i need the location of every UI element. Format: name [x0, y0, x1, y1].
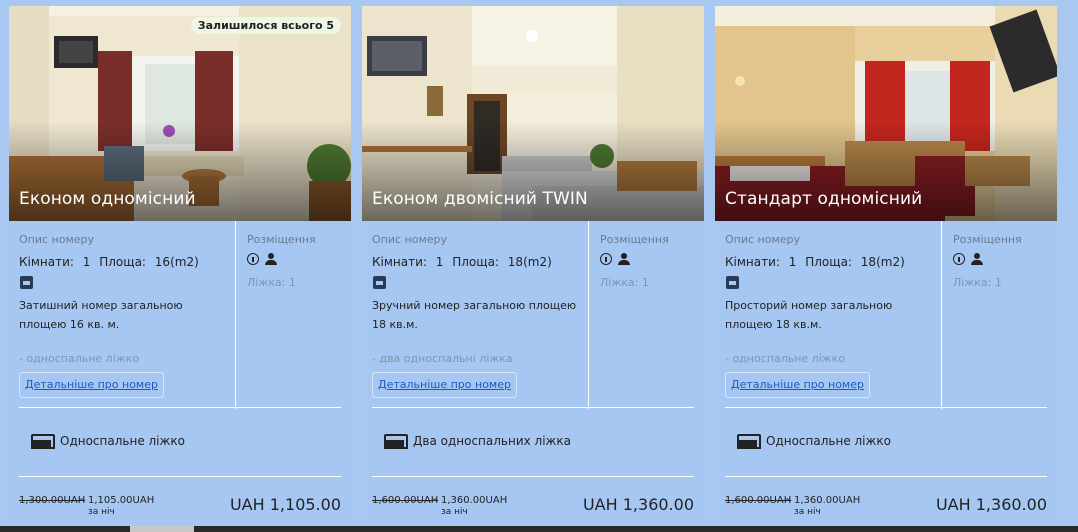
new-price: 1,105.00UAH: [88, 495, 155, 506]
total-price: UAH 1,360.00: [935, 495, 1047, 514]
room-details-link[interactable]: Детальніше про номер: [725, 372, 870, 398]
divider: [372, 407, 694, 408]
accommodation-column: Розміщення Ліжка: 1: [941, 221, 1057, 409]
room-description: Затишний номер загальною площею 16 кв. м…: [19, 299, 183, 331]
room-details-link[interactable]: Детальніше про номер: [19, 372, 164, 398]
room-title[interactable]: Економ одномісний: [19, 189, 196, 209]
total-price: UAH 1,360.00: [582, 495, 694, 514]
bed-type-option[interactable]: Односпальне ліжко: [31, 434, 185, 449]
room-details-link[interactable]: Детальніше про номер: [372, 372, 517, 398]
room-size-icon: [20, 276, 33, 289]
description-label: Опис номеру: [19, 233, 95, 246]
accommodation-label: Розміщення: [600, 233, 669, 246]
room-info: Опис номеру Кімнати: 1 Площа: 18(m2) Про…: [715, 221, 1057, 409]
room-photo[interactable]: Залишилося всього 5 Економ одномісний: [9, 6, 351, 221]
room-description: Просторий номер загальною площею 18 кв.м…: [725, 299, 893, 331]
bed-type-option[interactable]: Односпальне ліжко: [737, 434, 891, 449]
room-title[interactable]: Економ двомісний TWIN: [372, 189, 588, 209]
room-card-econom-twin: Економ двомісний TWIN Опис номеру Кімнат…: [362, 6, 704, 525]
area-value: 18(m2): [507, 255, 552, 269]
accommodation-icons: [247, 253, 277, 265]
info-icon[interactable]: [247, 253, 259, 265]
info-icon[interactable]: [600, 253, 612, 265]
old-price: 1,300.00UAH: [19, 495, 86, 506]
divider: [725, 476, 1047, 477]
rooms-label: Кімнати:: [372, 255, 427, 269]
room-photo[interactable]: Стандарт одномісний: [715, 6, 1057, 221]
beds-count: Ліжка: 1: [247, 276, 296, 289]
bed-icon: [31, 434, 55, 449]
room-description-column: Опис номеру Кімнати: 1 Площа: 18(m2) Про…: [725, 221, 940, 409]
accommodation-label: Розміщення: [953, 233, 1022, 246]
area-value: 16(m2): [154, 255, 199, 269]
room-size-icon: [373, 276, 386, 289]
room-description-column: Опис номеру Кімнати: 1 Площа: 16(m2) Зат…: [19, 221, 234, 409]
rooms-label: Кімнати:: [19, 255, 74, 269]
room-specs: Кімнати: 1 Площа: 18(m2): [372, 255, 557, 269]
divider: [19, 407, 341, 408]
beds-note: - односпальне ліжко: [725, 352, 846, 365]
person-icon: [618, 253, 630, 265]
total-price: UAH 1,105.00: [229, 495, 341, 514]
room-description-column: Опис номеру Кімнати: 1 Площа: 18(m2) Зру…: [372, 221, 587, 409]
room-card-standard-single: Стандарт одномісний Опис номеру Кімнати:…: [715, 6, 1057, 525]
accommodation-column: Розміщення Ліжка: 1: [235, 221, 351, 409]
bottom-taskbar-strip: [0, 526, 1078, 532]
description-label: Опис номеру: [725, 233, 801, 246]
divider: [19, 476, 341, 477]
new-price: 1,360.00UAH: [441, 495, 508, 506]
bed-type-label: Два односпальних ліжка: [413, 434, 571, 448]
divider: [725, 407, 1047, 408]
room-info: Опис номеру Кімнати: 1 Площа: 18(m2) Зру…: [362, 221, 704, 409]
bed-type-label: Односпальне ліжко: [60, 434, 185, 448]
new-price: 1,360.00UAH: [794, 495, 861, 506]
accommodation-icons: [600, 253, 630, 265]
area-value: 18(m2): [860, 255, 905, 269]
old-price: 1,600.00UAH: [372, 495, 439, 506]
accommodation-column: Розміщення Ліжка: 1: [588, 221, 704, 409]
room-card-econom-single: Залишилося всього 5 Економ одномісний Оп…: [9, 6, 351, 525]
rooms-value: 1: [435, 255, 444, 269]
room-photo[interactable]: Економ двомісний TWIN: [362, 6, 704, 221]
room-size-icon: [726, 276, 739, 289]
old-price: 1,600.00UAH: [725, 495, 792, 506]
beds-count: Ліжка: 1: [600, 276, 649, 289]
per-night-label: за ніч: [88, 507, 115, 517]
availability-badge: Залишилося всього 5: [190, 17, 341, 34]
area-label: Площа:: [805, 255, 852, 269]
accommodation-label: Розміщення: [247, 233, 316, 246]
beds-count: Ліжка: 1: [953, 276, 1002, 289]
person-icon: [971, 253, 983, 265]
price-block: 1,600.00UAH 1,360.00UAH за ніч UAH 1,360…: [725, 495, 1047, 525]
info-icon[interactable]: [953, 253, 965, 265]
per-night-label: за ніч: [441, 507, 468, 517]
description-label: Опис номеру: [372, 233, 448, 246]
area-label: Площа:: [99, 255, 146, 269]
per-night-label: за ніч: [794, 507, 821, 517]
price-block: 1,300.00UAH 1,105.00UAH за ніч UAH 1,105…: [19, 495, 341, 525]
bed-icon: [384, 434, 408, 449]
bed-icon: [737, 434, 761, 449]
room-description: Зручний номер загальною площею 18 кв.м.: [372, 299, 577, 331]
room-title[interactable]: Стандарт одномісний: [725, 189, 922, 209]
rooms-value: 1: [788, 255, 797, 269]
room-specs: Кімнати: 1 Площа: 18(m2): [725, 255, 910, 269]
divider: [372, 476, 694, 477]
room-specs: Кімнати: 1 Площа: 16(m2): [19, 255, 204, 269]
bed-type-label: Односпальне ліжко: [766, 434, 891, 448]
beds-note: - два односпальні ліжка: [372, 352, 513, 365]
person-icon: [265, 253, 277, 265]
bed-type-option[interactable]: Два односпальних ліжка: [384, 434, 571, 449]
room-info: Опис номеру Кімнати: 1 Площа: 16(m2) Зат…: [9, 221, 351, 409]
beds-note: - односпальне ліжко: [19, 352, 140, 365]
rooms-value: 1: [82, 255, 91, 269]
area-label: Площа:: [452, 255, 499, 269]
taskbar-highlight: [130, 526, 194, 532]
accommodation-icons: [953, 253, 983, 265]
price-block: 1,600.00UAH 1,360.00UAH за ніч UAH 1,360…: [372, 495, 694, 525]
rooms-label: Кімнати:: [725, 255, 780, 269]
